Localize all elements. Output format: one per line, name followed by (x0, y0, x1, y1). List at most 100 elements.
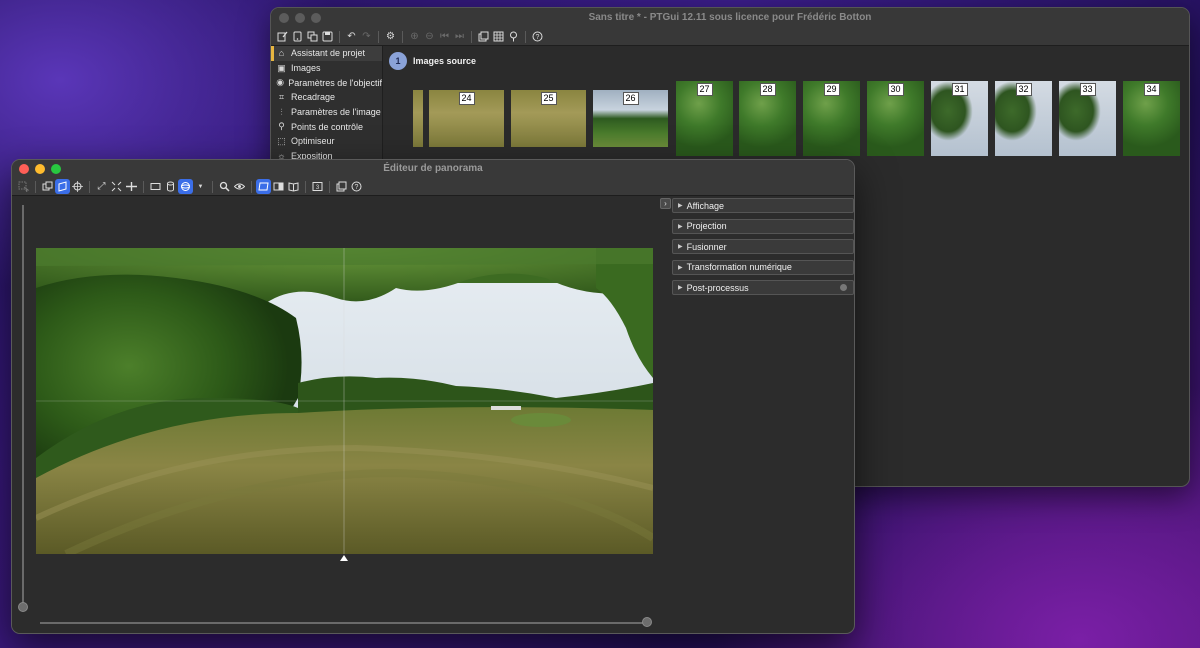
disclosure-arrow-icon: ▶ (678, 264, 683, 271)
layers-icon[interactable] (334, 179, 349, 194)
image-thumbnail[interactable]: 25 (511, 90, 586, 147)
new-project-icon[interactable] (275, 29, 290, 44)
toolbar-separator (339, 30, 340, 43)
editor-window-title: Éditeur de panorama (383, 163, 483, 174)
center-marker[interactable] (340, 555, 348, 561)
zoom-in-icon[interactable]: ⊕ (407, 29, 422, 44)
panel-header[interactable]: ▶ Post-processus (672, 280, 854, 295)
thumbnail-number: 31 (951, 83, 968, 96)
image-thumbnail[interactable]: 30 (867, 81, 924, 156)
panorama-editor-icon[interactable] (476, 29, 491, 44)
thumbnail-number: 24 (458, 92, 475, 105)
toolbar-separator (378, 30, 379, 43)
thumbnail-number: 26 (622, 92, 639, 105)
vertical-slider-knob[interactable] (18, 602, 28, 612)
redo-icon[interactable]: ↷ (359, 29, 374, 44)
thumbnail-number: 28 (759, 83, 776, 96)
move-icon[interactable] (55, 179, 70, 194)
edit-mode-icon[interactable] (40, 179, 55, 194)
dropdown-icon[interactable]: ▼ (193, 179, 208, 194)
sidebar-item[interactable]: ⌂ Assistant de projet (271, 46, 382, 61)
shrink-icon[interactable] (109, 179, 124, 194)
table-icon[interactable] (491, 29, 506, 44)
editor-toolbar: ⤢ ▼ 3 ? (12, 178, 854, 196)
center-icon[interactable] (70, 179, 85, 194)
sidebar-item[interactable]: ▣ Images (271, 61, 382, 76)
image-thumbnail[interactable]: 26 (593, 90, 668, 147)
toolbar-separator (525, 30, 526, 43)
panel-label: Fusionner (686, 241, 727, 252)
toolbar-separator (471, 30, 472, 43)
first-icon[interactable]: ⏮ (437, 29, 452, 44)
disclosure-arrow-icon: ▶ (678, 285, 683, 291)
panel-header[interactable]: ▶ Projection (672, 218, 854, 234)
zoom-icon[interactable] (217, 179, 232, 194)
panorama-canvas[interactable] (12, 197, 669, 633)
crop-icon: ⌗ (278, 91, 285, 102)
sidebar-item-label: Images (291, 63, 321, 74)
spherical-icon[interactable] (178, 179, 193, 194)
step-badge: 1 (389, 52, 407, 70)
toolbar-separator (402, 30, 403, 43)
horizontal-slider-knob[interactable] (642, 617, 652, 627)
frame-icon[interactable] (256, 179, 271, 194)
eye-icon[interactable] (232, 179, 247, 194)
image-thumbnail[interactable]: 27 (676, 81, 733, 156)
undo-icon[interactable]: ↶ (344, 29, 359, 44)
sidebar-item[interactable]: ⌗ Recadrage (271, 90, 382, 105)
sidebar-item[interactable]: ⬚ Optimiseur (271, 134, 382, 149)
panorama-preview[interactable] (36, 248, 653, 554)
editor-titlebar: Éditeur de panorama (12, 160, 854, 178)
toolbar-separator (35, 180, 36, 193)
split-icon[interactable] (271, 179, 286, 194)
rectilinear-icon[interactable] (148, 179, 163, 194)
image-thumbnail[interactable]: 33 (1059, 81, 1116, 156)
image-thumbnail[interactable]: 24 (429, 90, 504, 147)
sidebar-item-label: Paramètres de l'image (291, 107, 381, 118)
pin-icon[interactable] (506, 29, 521, 44)
toolbar-separator (251, 180, 252, 193)
image-thumbnail[interactable]: 34 (1123, 81, 1180, 156)
image-thumbnail[interactable]: 32 (995, 81, 1052, 156)
help-icon[interactable]: ? (530, 29, 545, 44)
save-icon[interactable] (320, 29, 335, 44)
settings-icon[interactable]: ⚙ (383, 29, 398, 44)
thumbnail-number: 33 (1079, 83, 1096, 96)
copy-icon[interactable] (305, 29, 320, 44)
sidebar-item[interactable]: ◉ Paramètres de l'objectif (271, 75, 382, 90)
sidebar-item-label: Paramètres de l'objectif (288, 77, 382, 88)
horizontal-slider-track[interactable] (40, 622, 648, 624)
panorama-image[interactable] (36, 248, 653, 554)
sidebar-item-label: Points de contrôle (291, 121, 364, 132)
home-icon: ⌂ (278, 48, 285, 59)
level-icon[interactable] (124, 179, 139, 194)
thumbnail-number: 29 (823, 83, 840, 96)
open-icon[interactable] (290, 29, 305, 44)
svg-text:?: ? (355, 184, 359, 191)
disclosure-arrow-icon: ▶ (678, 244, 683, 250)
select-icon[interactable] (16, 179, 31, 194)
panel-header[interactable]: ▶ Affichage (672, 198, 854, 213)
thumbnail-partial[interactable] (413, 90, 423, 147)
image-thumbnail[interactable]: 31 (931, 81, 988, 156)
sidebar-item[interactable]: ⚲ Points de contrôle (271, 119, 382, 134)
vertical-slider-track[interactable] (22, 205, 24, 607)
image-thumbnail[interactable]: 28 (739, 81, 796, 156)
collapse-panel-button[interactable]: › (660, 198, 671, 209)
zoom-out-icon[interactable]: ⊖ (422, 29, 437, 44)
sidebar-item[interactable]: ⫶ Paramètres de l'image (271, 105, 382, 120)
help-icon[interactable]: ? (349, 179, 364, 194)
panel-header[interactable]: ▶ Transformation numérique (672, 259, 854, 275)
panel-label: Affichage (686, 200, 724, 211)
image-thumbnail[interactable]: 29 (803, 81, 860, 156)
disclosure-arrow-icon: ▶ (678, 203, 683, 209)
toolbar-separator (305, 180, 306, 193)
panel-header[interactable]: ▶ Fusionner (672, 239, 854, 254)
last-icon[interactable]: ⏭ (452, 29, 467, 44)
numeric-icon[interactable]: 3 (310, 179, 325, 194)
book-icon[interactable] (286, 179, 301, 194)
panel-label: Transformation numérique (686, 262, 792, 272)
fit-icon[interactable]: ⤢ (94, 179, 109, 194)
thumbnail-number: 34 (1143, 83, 1160, 96)
cylindrical-icon[interactable] (163, 179, 178, 194)
